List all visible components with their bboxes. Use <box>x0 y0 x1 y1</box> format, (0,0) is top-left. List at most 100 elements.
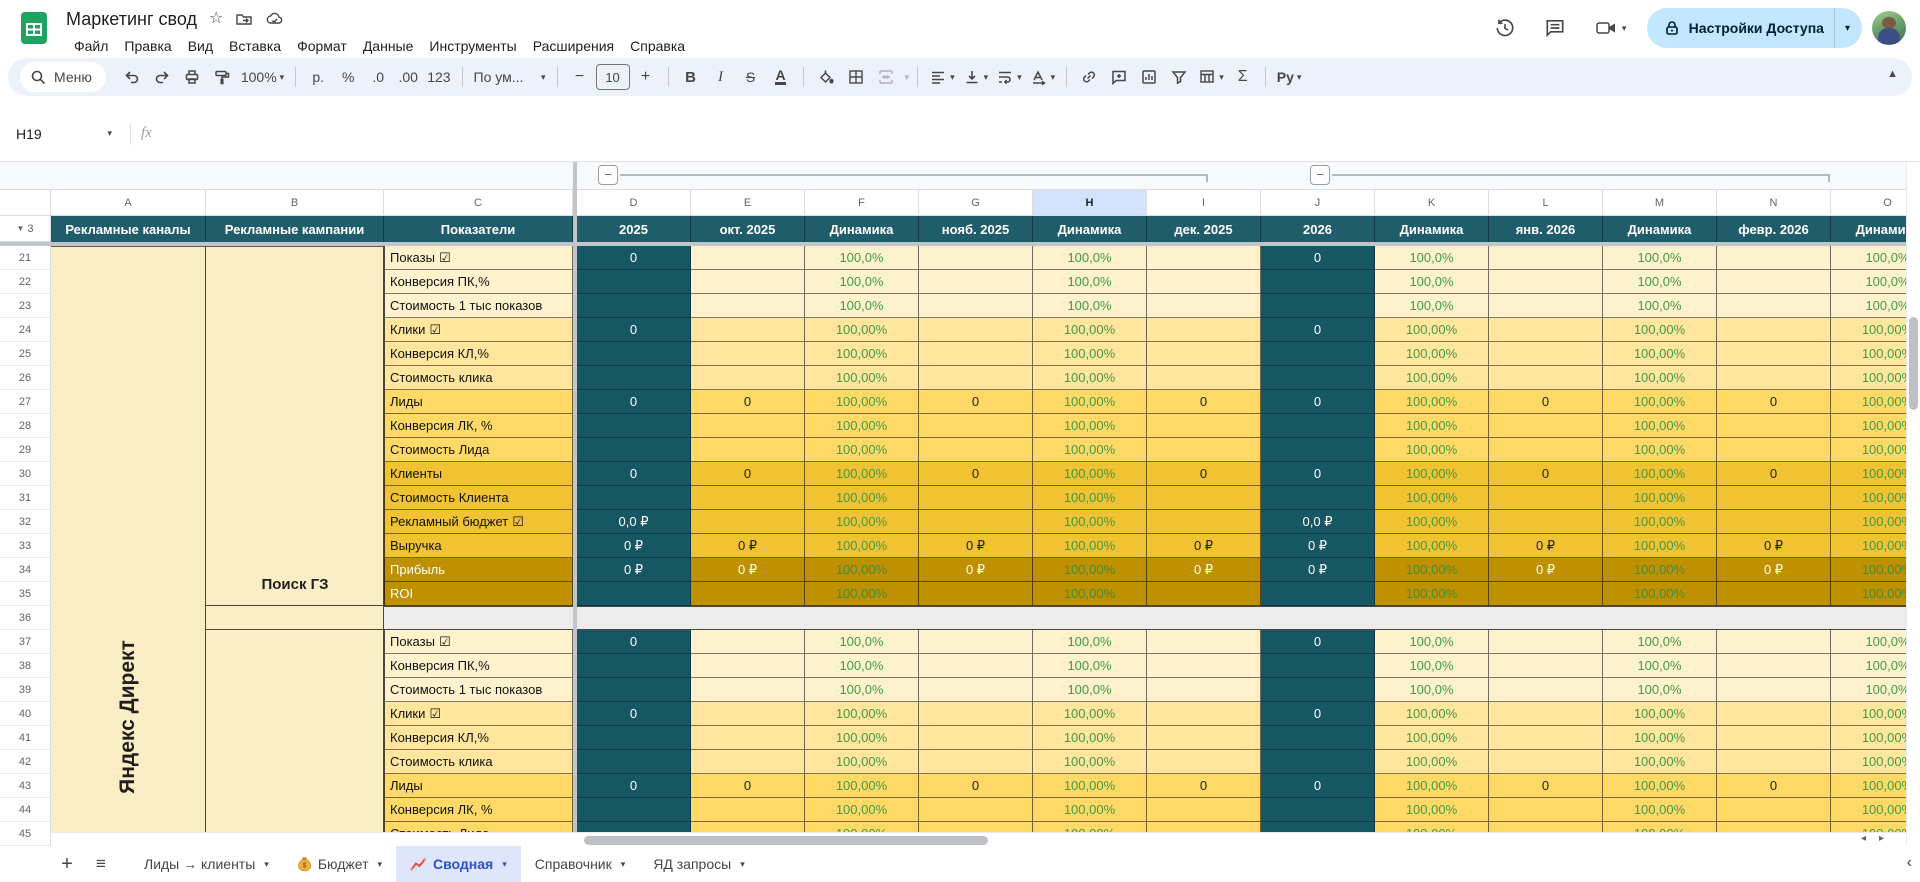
row-header-39[interactable]: 39 <box>0 678 51 702</box>
value-cell[interactable]: 100,00% <box>1375 534 1489 558</box>
value-cell[interactable] <box>1489 582 1603 606</box>
checkbox-checked-icon[interactable]: ☑ <box>512 514 524 530</box>
row-header-24[interactable]: 24 <box>0 318 51 342</box>
value-cell[interactable]: 0 <box>577 462 691 486</box>
value-cell[interactable]: 100,00% <box>1603 510 1717 534</box>
value-cell[interactable]: 100,00% <box>1603 534 1717 558</box>
value-cell[interactable]: 100,00% <box>1033 558 1147 582</box>
column-header-K[interactable]: K <box>1375 190 1489 216</box>
value-cell[interactable]: 0 <box>1261 702 1375 726</box>
insert-comment-button[interactable] <box>1105 63 1133 91</box>
text-rotation-button[interactable]: ▾ <box>1027 63 1059 91</box>
separator-row[interactable] <box>384 606 1920 630</box>
value-cell[interactable] <box>1717 702 1831 726</box>
value-cell[interactable]: 100,00% <box>1603 438 1717 462</box>
move-folder-icon[interactable] <box>235 10 253 28</box>
decrease-font-size-button[interactable]: − <box>566 63 594 91</box>
value-cell[interactable] <box>691 630 805 654</box>
value-cell[interactable] <box>691 246 805 270</box>
column-header-I[interactable]: I <box>1147 190 1261 216</box>
value-cell[interactable] <box>1261 486 1375 510</box>
metric-cell-22[interactable]: Конверсия ПК,% <box>384 270 573 294</box>
metric-cell-26[interactable]: Стоимость клика <box>384 366 573 390</box>
tab-caret-icon[interactable]: ▾ <box>621 859 626 870</box>
vertical-align-button[interactable]: ▾ <box>960 63 992 91</box>
value-cell[interactable] <box>577 678 691 702</box>
value-cell[interactable] <box>1261 726 1375 750</box>
redo-button[interactable] <box>148 63 176 91</box>
value-cell[interactable] <box>1147 678 1261 702</box>
value-cell[interactable] <box>1489 630 1603 654</box>
value-cell[interactable] <box>1717 438 1831 462</box>
value-cell[interactable]: 0 <box>1147 462 1261 486</box>
value-cell[interactable] <box>1261 798 1375 822</box>
metric-cell-31[interactable]: Стоимость Клиента <box>384 486 573 510</box>
header-cell[interactable]: нояб. 2025 <box>919 216 1033 242</box>
value-cell[interactable]: 0 <box>1261 318 1375 342</box>
value-cell[interactable] <box>577 342 691 366</box>
column-header-H[interactable]: H <box>1033 190 1147 216</box>
meet-icon[interactable]: ▾ <box>1585 8 1637 48</box>
value-cell[interactable] <box>1717 750 1831 774</box>
column-header-F[interactable]: F <box>805 190 919 216</box>
tab-caret-icon[interactable]: ▾ <box>740 859 745 870</box>
value-cell[interactable]: 0 <box>1489 462 1603 486</box>
value-cell[interactable] <box>1489 414 1603 438</box>
value-cell[interactable]: 100,00% <box>1375 558 1489 582</box>
value-cell[interactable] <box>1147 510 1261 534</box>
value-cell[interactable] <box>919 414 1033 438</box>
value-cell[interactable] <box>919 318 1033 342</box>
star-icon[interactable]: ☆ <box>209 11 223 27</box>
value-cell[interactable]: 100,00% <box>805 318 919 342</box>
value-cell[interactable]: 0 ₽ <box>1147 558 1261 582</box>
metric-cell-24[interactable]: Клики☑ <box>384 318 573 342</box>
value-cell[interactable]: 100,00% <box>1603 414 1717 438</box>
value-cell[interactable] <box>1717 366 1831 390</box>
value-cell[interactable] <box>1147 414 1261 438</box>
undo-button[interactable] <box>118 63 146 91</box>
menu-5[interactable]: Формат <box>289 36 355 56</box>
horizontal-align-button[interactable]: ▾ <box>926 63 958 91</box>
metric-cell-29[interactable]: Стоимость Лида <box>384 438 573 462</box>
row-header-45[interactable]: 45 <box>0 822 51 846</box>
header-cell[interactable]: Рекламные кампании <box>206 216 384 242</box>
text-color-button[interactable]: A <box>767 63 795 91</box>
sheet-tab-2[interactable]: $Бюджет▾ <box>283 846 396 882</box>
format-percent-button[interactable]: % <box>334 63 362 91</box>
value-cell[interactable]: 100,0% <box>1033 270 1147 294</box>
column-header-N[interactable]: N <box>1717 190 1831 216</box>
value-cell[interactable]: 100,00% <box>1033 438 1147 462</box>
menu-8[interactable]: Расширения <box>525 36 622 56</box>
header-cell[interactable]: янв. 2026 <box>1489 216 1603 242</box>
header-cell[interactable]: Динамика <box>1603 216 1717 242</box>
header-cell[interactable]: 2025 <box>577 216 691 242</box>
row-header-22[interactable]: 22 <box>0 270 51 294</box>
value-cell[interactable] <box>919 366 1033 390</box>
value-cell[interactable] <box>919 798 1033 822</box>
value-cell[interactable]: 100,00% <box>1375 582 1489 606</box>
campaign-empty-cell[interactable] <box>206 606 384 630</box>
metric-cell-40[interactable]: Клики☑ <box>384 702 573 726</box>
value-cell[interactable]: 0 <box>1717 462 1831 486</box>
metric-cell-32[interactable]: Рекламный бюджет☑ <box>384 510 573 534</box>
value-cell[interactable]: 0 ₽ <box>919 534 1033 558</box>
value-cell[interactable]: 0,0 ₽ <box>577 510 691 534</box>
vertical-scrollbar-thumb[interactable] <box>1909 317 1918 410</box>
bold-button[interactable]: B <box>677 63 705 91</box>
value-cell[interactable]: 0 ₽ <box>577 558 691 582</box>
checkbox-checked-icon[interactable]: ☑ <box>439 250 451 266</box>
value-cell[interactable]: 100,00% <box>1033 510 1147 534</box>
value-cell[interactable] <box>1147 318 1261 342</box>
value-cell[interactable] <box>691 726 805 750</box>
value-cell[interactable]: 100,00% <box>1603 750 1717 774</box>
row-header-33[interactable]: 33 <box>0 534 51 558</box>
tab-caret-icon[interactable]: ▾ <box>502 859 507 870</box>
value-cell[interactable]: 100,0% <box>805 630 919 654</box>
comments-icon[interactable] <box>1535 8 1575 48</box>
toolbar-search[interactable]: Меню <box>20 62 106 92</box>
row-header-32[interactable]: 32 <box>0 510 51 534</box>
value-cell[interactable] <box>919 654 1033 678</box>
value-cell[interactable]: 100,00% <box>1375 774 1489 798</box>
value-cell[interactable] <box>1147 486 1261 510</box>
value-cell[interactable]: 0 <box>1261 462 1375 486</box>
